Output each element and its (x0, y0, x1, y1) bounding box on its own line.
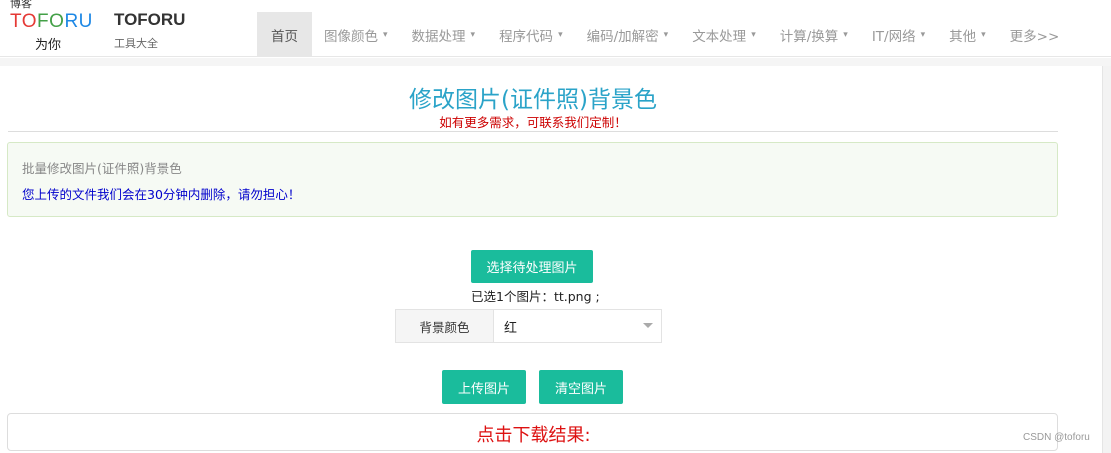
nav-item-data-processing[interactable]: 数据处理 ▾ (400, 12, 488, 57)
nav-item-label: 更多>> (1009, 28, 1060, 45)
nav-item-program-code[interactable]: 程序代码 ▾ (487, 12, 575, 57)
nav-item-image-color[interactable]: 图像颜色 ▾ (312, 12, 400, 57)
chevron-down-icon: ▾ (383, 29, 388, 40)
chevron-down-icon (643, 323, 653, 328)
chevron-down-icon: ▾ (470, 29, 476, 40)
nav-item-other[interactable]: 其他 ▾ (937, 12, 998, 57)
upload-button[interactable]: 上传图片 (442, 370, 526, 404)
chevron-down-icon: ▾ (981, 29, 986, 40)
page-title: 修改图片(证件照)背景色 (409, 87, 657, 113)
logo-wordmark: TOFORU (10, 11, 93, 33)
site-logo[interactable]: 博客 TOFORU 为你 (0, 0, 100, 57)
nav-item-label: 数据处理 (411, 28, 466, 45)
nav-item-label: 首页 (271, 28, 298, 45)
nav-item-encoding[interactable]: 编码/加解密 ▾ (575, 12, 681, 57)
nav-item-label: 编码/加解密 (586, 28, 659, 45)
nav-item-it-network[interactable]: IT/网络 ▾ (860, 12, 937, 57)
nav-item-home[interactable]: 首页 (257, 12, 312, 57)
brand-title[interactable]: TOFORU (114, 10, 185, 30)
clear-button[interactable]: 清空图片 (539, 370, 623, 404)
brand-subtitle: 工具大全 (114, 37, 158, 50)
nav-item-label: 程序代码 (499, 28, 554, 45)
logo-letters-2: FO (37, 11, 65, 32)
chevron-down-icon: ▾ (920, 29, 926, 40)
nav-item-label: 其他 (949, 28, 977, 45)
nav-item-more[interactable]: 更多>> (998, 12, 1072, 57)
selected-files-info: 已选1个图片：tt.png ; (471, 289, 600, 304)
header-subbar (0, 58, 1111, 66)
background-color-select[interactable]: 红 (494, 310, 661, 342)
scrollbar[interactable] (1102, 66, 1111, 453)
chevron-down-icon: ▾ (558, 29, 563, 40)
nav-item-calculation[interactable]: 计算/换算 ▾ (768, 12, 860, 57)
navbar: 博客 TOFORU 为你 TOFORU 工具大全 首页 图像颜色 ▾ 数据处理 ▾ … (0, 0, 1111, 57)
chevron-down-icon: ▾ (843, 29, 848, 40)
divider (8, 131, 1058, 132)
watermark: CSDN @toforu (1023, 432, 1090, 443)
logo-letters-3: RU (64, 11, 93, 32)
result-box: 点击下载结果: (7, 413, 1058, 451)
background-color-value: 红 (504, 320, 518, 336)
nav-item-label: IT/网络 (871, 28, 916, 45)
page-subtitle: 如有更多需求，可联系我们定制！ (439, 115, 627, 130)
choose-image-button[interactable]: 选择待处理图片 (471, 250, 593, 283)
logo-sub-text: 为你 (35, 38, 62, 53)
privacy-note: 您上传的文件我们会在30分钟内删除，请勿担心！ (22, 187, 301, 202)
logo-top-text: 博客 (10, 0, 32, 10)
nav-item-text-processing[interactable]: 文本处理 ▾ (680, 12, 768, 57)
panel-heading: 批量修改图片(证件照)背景色 (22, 161, 182, 176)
background-color-label: 背景颜色 (396, 310, 494, 342)
download-result-link[interactable]: 点击下载结果: (8, 421, 1059, 447)
main-nav: 首页 图像颜色 ▾ 数据处理 ▾ 程序代码 ▾ 编码/加解密 ▾ 文本处理 ▾ 计算/换算… (257, 12, 1071, 57)
nav-item-label: 文本处理 (692, 28, 747, 45)
nav-item-label: 图像颜色 (324, 28, 378, 45)
info-panel: 批量修改图片(证件照)背景色 您上传的文件我们会在30分钟内删除，请勿担心！ (7, 142, 1058, 217)
logo-letters-1: TO (10, 11, 38, 32)
background-color-group: 背景颜色 红 (395, 309, 662, 343)
nav-item-label: 计算/换算 (779, 28, 839, 45)
chevron-down-icon: ▾ (663, 29, 669, 40)
chevron-down-icon: ▾ (751, 29, 756, 40)
